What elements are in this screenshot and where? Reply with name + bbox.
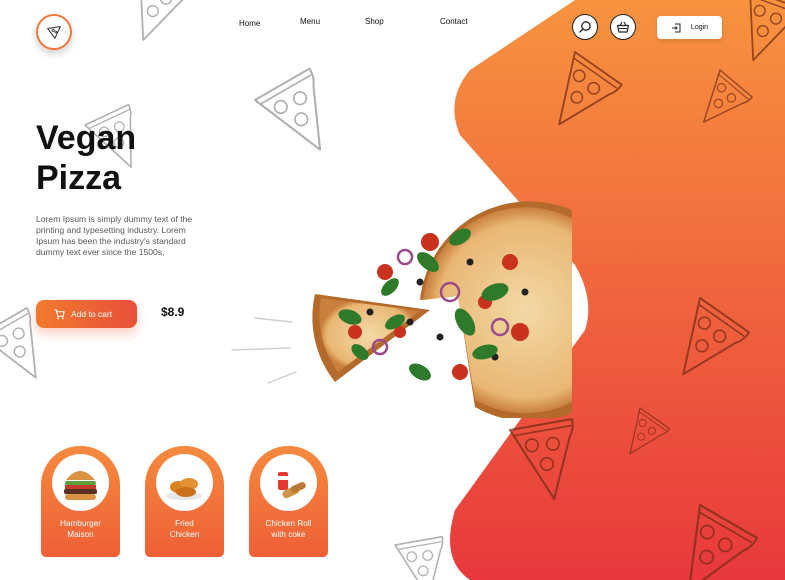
cart-icon bbox=[54, 308, 65, 319]
hero-title: Vegan Pizza bbox=[36, 118, 216, 198]
category-label: Chicken Roll with coke bbox=[265, 519, 312, 539]
nav-menu[interactable]: Menu bbox=[300, 17, 320, 26]
price: $8.9 bbox=[161, 305, 185, 319]
hero-description: Lorem Ipsum is simply dummy text of the … bbox=[36, 214, 193, 257]
search-icon bbox=[579, 21, 591, 33]
add-to-cart-button[interactable]: Add to cart bbox=[36, 300, 137, 328]
category-label: Fried Chicken bbox=[169, 519, 200, 539]
login-icon bbox=[671, 23, 681, 32]
hero-title-line2: Pizza bbox=[36, 159, 122, 197]
nav-shop[interactable]: Shop bbox=[365, 17, 384, 26]
pizza-logo-icon bbox=[47, 26, 61, 39]
hero-title-line1: Vegan bbox=[36, 119, 137, 157]
login-label: Login bbox=[690, 24, 709, 31]
burger-icon bbox=[52, 454, 109, 511]
search-button[interactable] bbox=[572, 14, 598, 40]
login-button[interactable]: Login bbox=[657, 16, 722, 39]
logo[interactable] bbox=[36, 14, 72, 50]
basket-button[interactable] bbox=[610, 14, 636, 40]
category-label: Hamburger Maison bbox=[60, 519, 101, 539]
chicken-roll-icon bbox=[260, 454, 317, 511]
nav-home[interactable]: Home bbox=[239, 19, 260, 28]
nav-contact[interactable]: Contact bbox=[440, 17, 468, 26]
category-card-chicken-roll[interactable]: Chicken Roll with coke bbox=[249, 446, 328, 557]
category-card-hamburger[interactable]: Hamburger Maison bbox=[41, 446, 120, 557]
category-card-fried-chicken[interactable]: Fried Chicken bbox=[145, 446, 224, 557]
basket-icon bbox=[616, 21, 630, 33]
pizza-image bbox=[312, 201, 572, 418]
add-to-cart-label: Add to cart bbox=[71, 309, 113, 319]
fried-chicken-icon bbox=[156, 454, 213, 511]
